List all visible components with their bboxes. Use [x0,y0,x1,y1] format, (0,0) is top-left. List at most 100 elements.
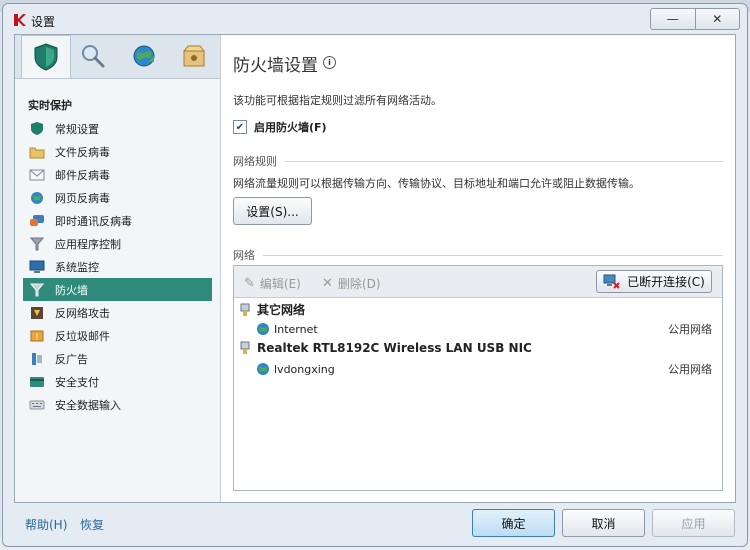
info-icon[interactable]: i [323,56,336,69]
sidebar-item-general[interactable]: 常规设置 [23,117,212,140]
sidebar-item-firewall[interactable]: 防火墙 [23,278,212,301]
rules-settings-button[interactable]: 设置(S)... [233,197,312,225]
sidebar-item-label: 反垃圾邮件 [55,329,110,343]
delete-x-icon: ✕ [322,276,333,291]
network-group-name: 其它网络 [257,303,306,317]
page-title: 防火墙设置 [233,56,318,76]
box-icon [182,45,206,67]
chat-icon [29,213,45,229]
sidebar-item-web-av[interactable]: 网页反病毒 [23,186,212,209]
help-link[interactable]: 帮助(H) [25,516,67,533]
network-row-internet[interactable]: Internet 公用网络 [234,322,722,336]
network-toolbar: ✎ 编辑(E) ✕ 删除(D) 已断开连接(C) [234,266,722,298]
sidebar-item-label: 防火墙 [55,283,88,297]
sidebar-item-label: 网页反病毒 [55,191,110,205]
network-group-row[interactable]: 其它网络 [240,301,728,318]
tab-scan[interactable] [68,35,118,77]
ad-icon [29,351,45,367]
sidebar-item-label: 安全数据输入 [55,398,121,412]
sidebar-item-label: 邮件反病毒 [55,168,110,182]
globe-icon [29,190,45,206]
client-area: 实时保护 常规设置 文件反病毒 邮件反病毒 网页反病毒 即时通讯反病毒 应用程序… [14,34,736,503]
tab-reports[interactable] [169,35,219,77]
sidebar-item-system-watcher[interactable]: 系统监控 [23,255,212,278]
apply-button[interactable]: 应用 [652,509,735,537]
restore-link[interactable]: 恢复 [80,516,104,533]
divider [263,254,723,256]
edit-button[interactable]: ✎ 编辑(E) [244,275,301,292]
svg-text:!: ! [35,333,39,343]
app-logo-icon [14,14,26,26]
shield-icon [29,121,45,137]
attack-icon [29,305,45,321]
globe-update-icon [133,45,155,67]
sidebar-item-network-attack[interactable]: 反网络攻击 [23,301,212,324]
sidebar-item-label: 反广告 [55,352,88,366]
sidebar: 实时保护 常规设置 文件反病毒 邮件反病毒 网页反病毒 即时通讯反病毒 应用程序… [15,35,221,502]
page-description: 该功能可根据指定规则过滤所有网络活动。 [233,94,442,107]
network-row-lvdongxing[interactable]: lvdongxing 公用网络 [234,362,722,376]
monitor-icon [29,259,45,275]
disconnected-label: 已断开连接(C) [627,275,705,289]
cancel-button[interactable]: 取消 [562,509,645,537]
network-rules-title: 网络规则 [233,155,277,168]
network-title: 网络 [233,249,255,262]
sidebar-item-label: 安全支付 [55,375,99,389]
edit-label: 编辑(E) [259,277,301,291]
globe-icon [257,363,269,375]
window-controls: — ✕ [650,8,740,30]
delete-button[interactable]: ✕ 删除(D) [322,275,381,292]
network-name: Internet [274,322,318,336]
top-tabs [15,35,220,79]
network-rules-description: 网络流量规则可以根据传输方向、传输协议、目标地址和端口允许或阻止数据传输。 [233,177,640,190]
tab-protection[interactable] [21,35,71,78]
sidebar-item-label: 常规设置 [55,122,99,136]
sidebar-item-anti-spam[interactable]: ! 反垃圾邮件 [23,324,212,347]
delete-label: 删除(D) [337,277,381,291]
sidebar-item-file-av[interactable]: 文件反病毒 [23,140,212,163]
enable-firewall-checkbox[interactable]: ✔ 启用防火墙(F) [233,119,327,135]
sidebar-item-app-control[interactable]: 应用程序控制 [23,232,212,255]
sidebar-item-secure-keyboard[interactable]: 安全数据输入 [23,393,212,416]
sidebar-item-label: 系统监控 [55,260,99,274]
pencil-icon: ✎ [244,276,255,291]
folder-icon [29,144,45,160]
adapter-icon [240,303,250,316]
filter-icon [29,236,45,252]
network-name: lvdongxing [274,362,335,376]
network-group-row[interactable]: Realtek RTL8192C Wireless LAN USB NIC [240,341,728,355]
sidebar-item-im-av[interactable]: 即时通讯反病毒 [23,209,212,232]
sidebar-item-anti-banner[interactable]: 反广告 [23,347,212,370]
sidebar-item-label: 即时通讯反病毒 [55,214,132,228]
close-button[interactable]: ✕ [694,9,740,29]
tab-update[interactable] [119,35,169,77]
sidebar-item-label: 文件反病毒 [55,145,110,159]
network-header: 网络 [233,247,723,263]
mail-icon [29,167,45,183]
enable-firewall-label: 启用防火墙(F) [254,121,327,134]
network-disconnected-icon [603,274,620,289]
network-list-panel: ✎ 编辑(E) ✕ 删除(D) 已断开连接(C) 其它网络 Internet 公… [233,265,723,491]
sidebar-nav: 常规设置 文件反病毒 邮件反病毒 网页反病毒 即时通讯反病毒 应用程序控制 系统… [23,117,212,416]
sidebar-item-safe-money[interactable]: 安全支付 [23,370,212,393]
keyboard-icon [29,397,45,413]
spam-icon: ! [29,328,45,344]
minimize-button[interactable]: — [651,9,695,29]
sidebar-item-mail-av[interactable]: 邮件反病毒 [23,163,212,186]
globe-icon [257,323,269,335]
network-status: 公用网络 [668,323,712,336]
firewall-icon [29,282,45,298]
main-panel: 防火墙设置 i 该功能可根据指定规则过滤所有网络活动。 ✔ 启用防火墙(F) 网… [221,35,735,502]
divider [285,160,723,162]
title-bar: 设置 — ✕ [3,4,747,34]
network-group-name: Realtek RTL8192C Wireless LAN USB NIC [257,341,532,355]
window-title: 设置 [31,15,56,29]
network-rules-header: 网络规则 [233,153,723,169]
disconnected-button[interactable]: 已断开连接(C) [596,270,712,293]
magnifier-icon [82,45,105,68]
sidebar-item-label: 反网络攻击 [55,306,110,320]
section-title-realtime: 实时保护 [28,99,72,112]
ok-button[interactable]: 确定 [472,509,555,537]
settings-window: 设置 — ✕ 实时保护 常规设置 文件反病毒 邮件反病毒 网页反病毒 即时通讯反… [2,3,748,547]
shield-icon [34,43,58,71]
